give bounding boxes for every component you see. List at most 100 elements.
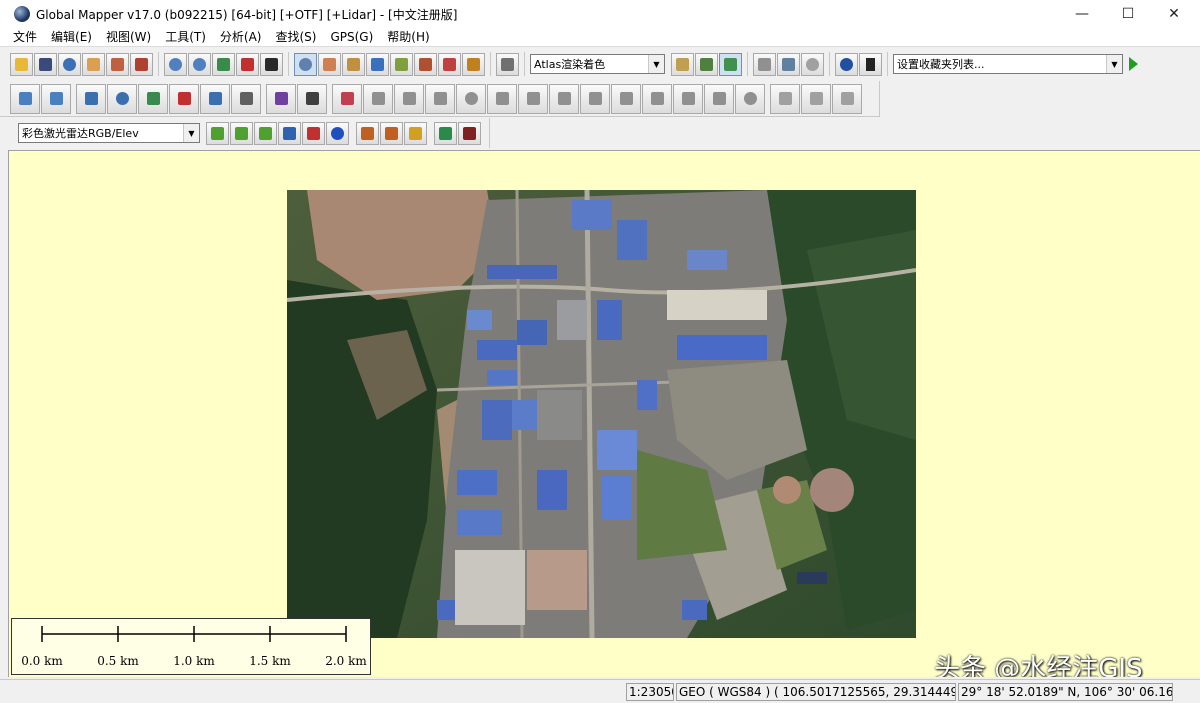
hillshade-icon xyxy=(724,57,737,71)
polygon-ops-button[interactable] xyxy=(673,83,703,114)
run-script-icon[interactable] xyxy=(1129,57,1138,71)
measure-tool-button[interactable] xyxy=(342,52,365,76)
menu-gps[interactable]: GPS(G) xyxy=(323,28,380,46)
profile-points-button[interactable] xyxy=(434,121,457,145)
pan-tool-button[interactable] xyxy=(318,52,341,76)
favorites-select[interactable]: 设置收藏夹列表... ▼ xyxy=(893,54,1123,74)
zoom-out-button[interactable] xyxy=(188,52,211,76)
ruler-icon xyxy=(347,57,360,71)
menu-help[interactable]: 帮助(H) xyxy=(380,28,436,46)
image-swipe-button[interactable] xyxy=(462,52,485,76)
save-button[interactable] xyxy=(34,52,57,76)
cut-button[interactable] xyxy=(425,83,455,114)
water-button[interactable] xyxy=(326,121,349,145)
shape-button[interactable] xyxy=(735,83,765,114)
arrow-left-button[interactable] xyxy=(770,83,800,114)
grid-button[interactable] xyxy=(260,52,283,76)
fill-button[interactable] xyxy=(704,83,734,114)
water-level-button[interactable] xyxy=(753,52,776,76)
digitizer-button[interactable] xyxy=(438,52,461,76)
arrow-up-button[interactable] xyxy=(801,83,831,114)
full-view-button[interactable] xyxy=(212,52,235,76)
shader-select[interactable]: Atlas渲染着色 ▼ xyxy=(530,54,665,74)
watermark: 头条 @水经注GIS xyxy=(934,654,1143,677)
lv-button[interactable] xyxy=(206,121,229,145)
scale-label: 1.5 km xyxy=(249,654,291,668)
mesh-button[interactable] xyxy=(231,83,261,114)
lidar-color-select[interactable]: 彩色激光雷达RGB/Elev ▼ xyxy=(18,123,200,143)
online-data-button[interactable] xyxy=(58,52,81,76)
overlay-control-button[interactable] xyxy=(82,52,105,76)
gps-track-button[interactable] xyxy=(835,52,858,76)
point-button[interactable] xyxy=(266,83,296,114)
zoom-tool-button[interactable] xyxy=(294,52,317,76)
north-arrow-button[interactable] xyxy=(859,52,882,76)
menu-file[interactable]: 文件 xyxy=(6,28,44,46)
globe-icon xyxy=(63,57,76,71)
settings-icon xyxy=(111,57,124,71)
3d-path-button[interactable] xyxy=(496,52,519,76)
target-icon xyxy=(840,57,853,71)
crop-button[interactable] xyxy=(611,83,641,114)
merge-button[interactable] xyxy=(518,83,548,114)
map-view[interactable]: 0.0 km 0.5 km 1.0 km 1.5 km 2.0 km 头条 @水… xyxy=(8,150,1200,677)
close-button[interactable]: ✕ xyxy=(1151,0,1197,28)
hillshade-button[interactable] xyxy=(719,52,742,76)
hv-button[interactable] xyxy=(254,121,277,145)
north-arrow-icon xyxy=(866,57,875,71)
buffer-button[interactable] xyxy=(200,83,230,114)
split-button[interactable] xyxy=(363,83,393,114)
floppy-icon xyxy=(39,57,52,71)
info-icon xyxy=(371,57,384,71)
ag-button[interactable] xyxy=(356,121,379,145)
mv-button[interactable] xyxy=(230,121,253,145)
config-button[interactable] xyxy=(106,52,129,76)
union-button[interactable] xyxy=(549,83,579,114)
smooth-button[interactable] xyxy=(487,83,517,114)
pencil-icon xyxy=(443,57,456,71)
rotate-button[interactable] xyxy=(456,83,486,114)
satellite-imagery[interactable] xyxy=(287,190,916,638)
menu-edit[interactable]: 编辑(E) xyxy=(44,28,99,46)
move-feature-button[interactable] xyxy=(332,83,362,114)
circle-button[interactable] xyxy=(107,83,137,114)
rectangle-button[interactable] xyxy=(76,83,106,114)
home-button[interactable] xyxy=(236,52,259,76)
polygon-icon xyxy=(681,92,695,105)
grid-area-button[interactable] xyxy=(169,83,199,114)
building-button[interactable] xyxy=(278,121,301,145)
open-folder-button[interactable] xyxy=(10,52,33,76)
zoom-in-button[interactable] xyxy=(164,52,187,76)
full-view-icon xyxy=(217,57,230,71)
path-profile-button[interactable] xyxy=(390,52,413,76)
shader-options-button[interactable] xyxy=(671,52,694,76)
menu-tools[interactable]: 工具(T) xyxy=(158,28,213,46)
range-ring-button[interactable] xyxy=(138,83,168,114)
create-line-button[interactable] xyxy=(41,83,71,114)
menu-view[interactable]: 视图(W) xyxy=(99,28,158,46)
3d-view-button[interactable] xyxy=(695,52,718,76)
menu-search[interactable]: 查找(S) xyxy=(268,28,323,46)
tools-button[interactable] xyxy=(130,52,153,76)
control-center-button[interactable] xyxy=(777,52,800,76)
undo-button[interactable] xyxy=(832,83,862,114)
classify-button[interactable] xyxy=(404,121,427,145)
simplify-button[interactable] xyxy=(642,83,672,114)
hand-icon xyxy=(323,57,336,71)
maximize-button[interactable]: ☐ xyxy=(1105,0,1151,28)
minimize-button[interactable]: — xyxy=(1059,0,1105,28)
ag-filter-button[interactable] xyxy=(380,121,403,145)
edit-vertex-button[interactable] xyxy=(297,83,327,114)
join-button[interactable] xyxy=(394,83,424,114)
light-button[interactable] xyxy=(801,52,824,76)
chevron-down-icon: ▼ xyxy=(648,55,664,73)
intersect-button[interactable] xyxy=(580,83,610,114)
layers-icon xyxy=(87,57,100,71)
ring-icon xyxy=(146,92,160,105)
feature-info-button[interactable] xyxy=(366,52,389,76)
point-grid-button[interactable] xyxy=(458,121,481,145)
menu-analysis[interactable]: 分析(A) xyxy=(213,28,269,46)
create-area-button[interactable] xyxy=(10,83,40,114)
view-shed-button[interactable] xyxy=(414,52,437,76)
pole-button[interactable] xyxy=(302,121,325,145)
